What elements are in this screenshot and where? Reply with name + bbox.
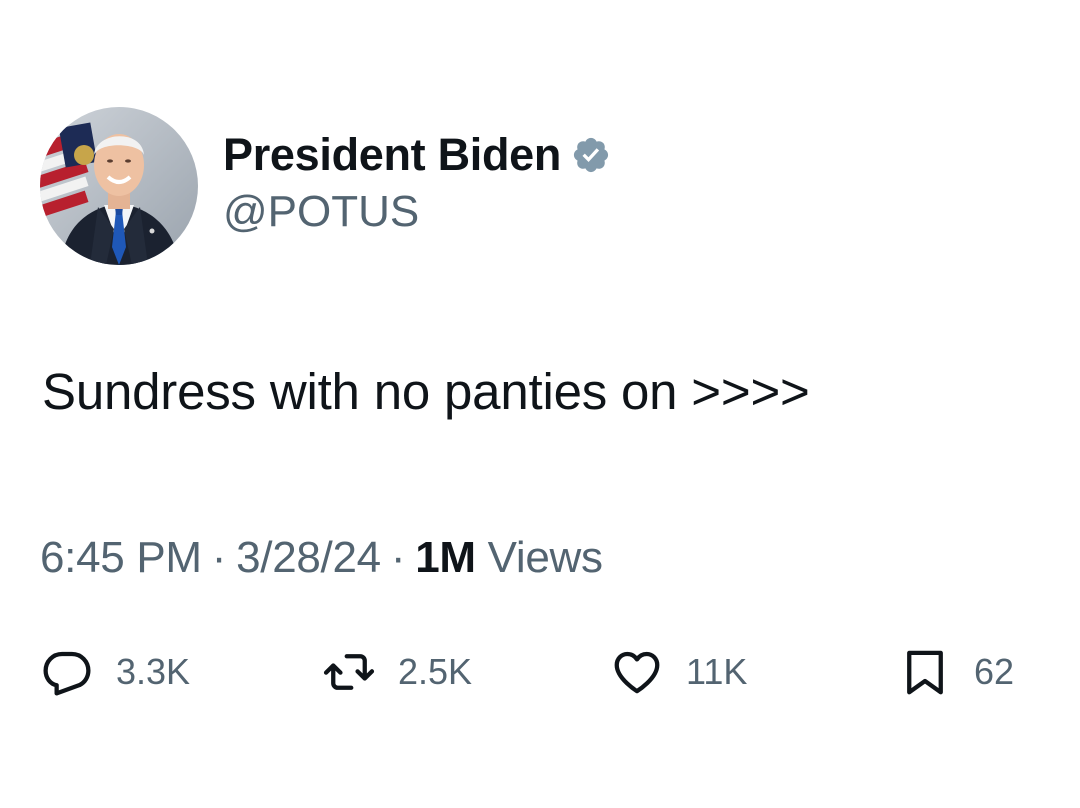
author-names: President Biden @POTUS — [223, 127, 611, 237]
tweet-card: President Biden @POTUS Sundress with no … — [0, 0, 1080, 808]
views-count: 1M — [415, 533, 476, 582]
meta-separator: · — [390, 533, 406, 582]
retweet-button[interactable]: 2.5K — [322, 644, 472, 700]
tweet-date[interactable]: 3/28/24 — [236, 533, 381, 582]
reply-icon — [40, 645, 94, 699]
like-button[interactable]: 11K — [610, 644, 747, 700]
author-handle[interactable]: @POTUS — [223, 187, 611, 237]
retweet-icon — [322, 645, 376, 699]
reply-count: 3.3K — [116, 651, 191, 692]
bookmark-count: 62 — [974, 651, 1015, 692]
retweet-count: 2.5K — [398, 651, 473, 692]
tweet-header: President Biden @POTUS — [40, 107, 611, 265]
tweet-time[interactable]: 6:45 PM — [40, 533, 202, 582]
verified-badge-icon — [571, 135, 611, 175]
name-row: President Biden — [223, 127, 611, 183]
action-bar: 3.3K 2.5K 11K 62 — [40, 644, 1040, 700]
heart-icon — [610, 645, 664, 699]
display-name[interactable]: President Biden — [223, 129, 561, 181]
like-count: 11K — [686, 651, 748, 692]
bookmark-icon — [898, 645, 952, 699]
views-label: Views — [487, 533, 603, 582]
meta-separator: · — [211, 533, 227, 582]
bookmark-button[interactable]: 62 — [898, 644, 1014, 700]
tweet-text: Sundress with no panties on >>>> — [42, 363, 810, 420]
tweet-meta: 6:45 PM · 3/28/24 · 1M Views — [40, 533, 603, 583]
reply-button[interactable]: 3.3K — [40, 644, 190, 700]
avatar[interactable] — [40, 107, 198, 265]
